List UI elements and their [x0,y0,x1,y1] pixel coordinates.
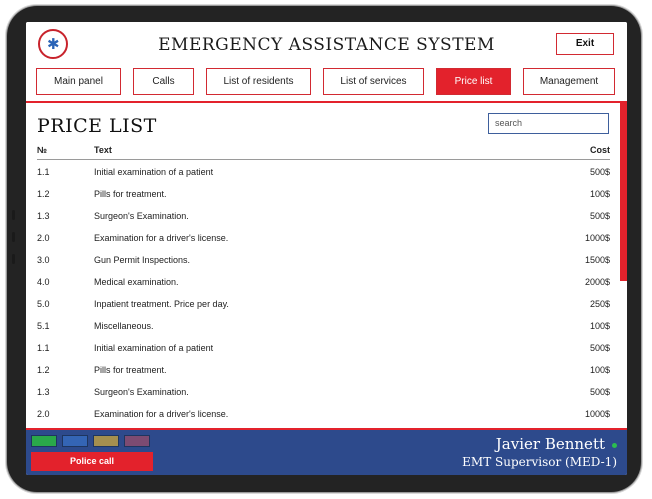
status-footer: Police call Javier Bennett EMT Superviso… [26,428,627,475]
row-text: Miscellaneous. [94,321,154,331]
page-title: PRICE LIST [37,115,157,137]
row-cost: 1500$ [584,255,610,265]
row-number: 5.0 [37,299,50,309]
row-cost: 100$ [589,365,610,375]
tab-main-panel[interactable]: Main panel [36,68,121,95]
row-text: Gun Permit Inspections. [94,255,191,265]
status-swatch-olive[interactable] [93,435,119,447]
column-header-cost: Cost [590,145,610,155]
tab-list-of-services[interactable]: List of services [323,68,424,95]
row-cost: 500$ [589,387,610,397]
row-number: 1.1 [37,167,50,177]
row-number: 5.1 [37,321,50,331]
table-row: 1.1 Initial examination of a patient 500$ [37,166,610,188]
price-list-panel: PRICE LIST search № Text Cost 1.1 Initial… [26,103,627,428]
tab-list-of-residents[interactable]: List of residents [206,68,311,95]
user-role: EMT Supervisor (MED-1) [462,455,617,469]
row-text: Surgeon's Examination. [94,387,189,397]
row-cost: 1000$ [584,233,610,243]
table-row: 5.0 Inpatient treatment. Price per day. 25… [37,298,610,320]
row-cost: 250$ [589,299,610,309]
tab-price-list[interactable]: Price list [436,68,511,95]
app-title: EMERGENCY ASSISTANCE SYSTEM [158,35,495,55]
row-text: Initial examination of a patient [94,343,214,353]
row-cost: 100$ [589,321,610,331]
table-row: 3.0 Gun Permit Inspections. 1500$ [37,254,610,276]
row-cost: 500$ [589,211,610,221]
row-number: 2.0 [37,409,50,419]
table-row: 2.0 Examination for a driver's license. 10… [37,408,610,428]
volume-button [12,232,15,242]
table-row: 2.0 Examination for a driver's license. 10… [37,232,610,254]
user-name: Javier Bennett [495,435,605,453]
row-cost: 500$ [589,167,610,177]
row-text: Examination for a driver's license. [94,233,229,243]
row-text: Pills for treatment. [94,365,167,375]
tab-management[interactable]: Management [523,68,615,95]
row-number: 1.3 [37,211,50,221]
row-cost: 1000$ [584,409,610,419]
exit-button[interactable]: Exit [556,33,614,55]
status-swatch-green[interactable] [31,435,57,447]
table-row: 1.2 Pills for treatment. 100$ [37,188,610,210]
police-call-button[interactable]: Police call [31,452,153,471]
row-text: Pills for treatment. [94,189,167,199]
table-row: 4.0 Medical examination. 2000$ [37,276,610,298]
row-number: 1.2 [37,365,50,375]
volume-button [12,210,15,220]
status-swatch-purple[interactable] [124,435,150,447]
row-number: 1.2 [37,189,50,199]
row-cost: 2000$ [584,277,610,287]
app-header: ✱ EMERGENCY ASSISTANCE SYSTEM Exit Main … [26,22,627,101]
app-screen: ✱ EMERGENCY ASSISTANCE SYSTEM Exit Main … [26,22,627,475]
column-header-number: № [37,145,48,155]
header-divider [37,159,610,160]
row-number: 3.0 [37,255,50,265]
footer-divider [26,428,627,430]
row-text: Inpatient treatment. Price per day. [94,299,229,309]
row-number: 2.0 [37,233,50,243]
search-input[interactable]: search [488,113,609,134]
column-header-text: Text [94,145,112,155]
online-status-dot [612,443,617,448]
row-number: 1.1 [37,343,50,353]
status-swatch-blue[interactable] [62,435,88,447]
table-row: 1.2 Pills for treatment. 100$ [37,364,610,386]
row-number: 4.0 [37,277,50,287]
volume-button [12,254,15,264]
row-text: Medical examination. [94,277,179,287]
table-row: 1.3 Surgeon's Examination. 500$ [37,386,610,408]
row-text: Initial examination of a patient [94,167,214,177]
scrollbar-thumb[interactable] [620,103,627,281]
row-text: Examination for a driver's license. [94,409,229,419]
tab-calls[interactable]: Calls [133,68,194,95]
row-cost: 500$ [589,343,610,353]
table-row: 1.3 Surgeon's Examination. 500$ [37,210,610,232]
table-row: 5.1 Miscellaneous. 100$ [37,320,610,342]
table-row: 1.1 Initial examination of a patient 500$ [37,342,610,364]
row-cost: 100$ [589,189,610,199]
row-number: 1.3 [37,387,50,397]
row-text: Surgeon's Examination. [94,211,189,221]
